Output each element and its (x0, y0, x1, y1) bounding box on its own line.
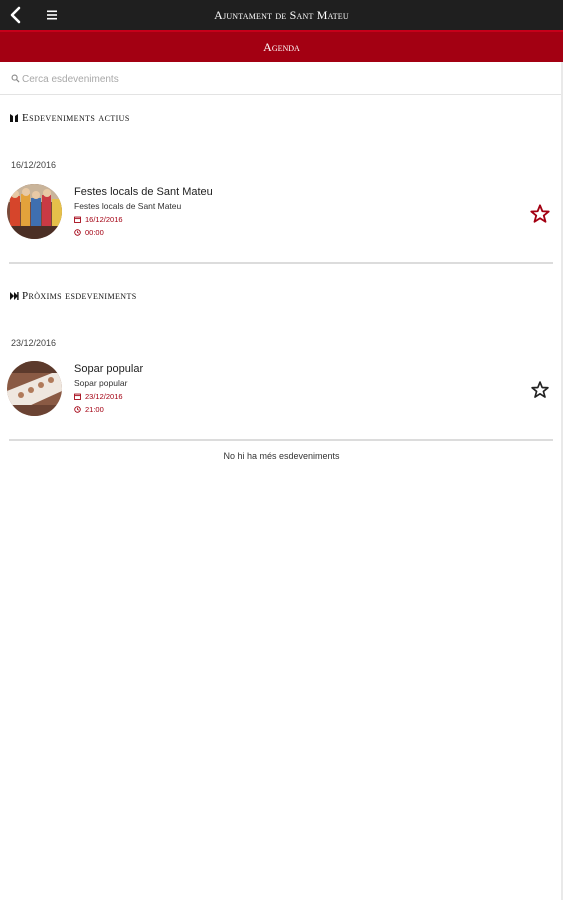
event-thumbnail (7, 361, 62, 416)
calendar-icon (74, 393, 81, 400)
search-icon (11, 74, 20, 83)
active-date-label: 16/12/2016 (11, 160, 57, 170)
event-name: Sopar popular (74, 363, 144, 375)
event-item-sopar[interactable]: Sopar popular Sopar popular 23/12/2016 2… (0, 361, 563, 421)
clock-icon (74, 406, 81, 413)
event-date: 16/12/2016 (85, 215, 123, 224)
calendar-icon (74, 216, 81, 223)
event-subtitle: Festes locals de Sant Mateu (74, 201, 182, 211)
event-time-row: 00:00 (74, 228, 104, 237)
section-divider (9, 439, 553, 441)
top-app-bar: Ajuntament de Sant Mateu (0, 0, 563, 30)
active-events-title: Esdeveniments actius (22, 112, 130, 124)
event-name: Festes locals de Sant Mateu (74, 186, 213, 198)
section-bar-title: Agenda (263, 40, 300, 54)
event-date: 23/12/2016 (85, 392, 123, 401)
event-thumbnail (7, 184, 62, 239)
section-bar: Agenda (0, 30, 563, 62)
search-input[interactable] (22, 71, 522, 87)
search-bar[interactable] (0, 62, 563, 95)
favorite-star-icon[interactable] (529, 203, 551, 225)
skip-forward-icon (10, 292, 19, 300)
no-more-events-message: No hi ha més esdeveniments (223, 451, 340, 461)
upcoming-date-label: 23/12/2016 (11, 338, 57, 348)
favorite-star-icon[interactable] (530, 380, 550, 400)
event-time: 00:00 (85, 228, 104, 237)
section-divider (9, 262, 553, 264)
event-item-festes[interactable]: Festes locals de Sant Mateu Festes local… (0, 184, 563, 244)
event-time-row: 21:00 (74, 405, 104, 414)
event-date-row: 16/12/2016 (74, 215, 123, 224)
app-title: Ajuntament de Sant Mateu (214, 8, 349, 22)
event-time: 21:00 (85, 405, 104, 414)
event-subtitle: Sopar popular (74, 378, 128, 388)
upcoming-events-header: Pròxims esdeveniments (9, 289, 137, 303)
event-date-row: 23/12/2016 (74, 392, 123, 401)
active-events-header: Esdeveniments actius (9, 111, 130, 125)
clock-icon (74, 229, 81, 236)
pause-icon (10, 114, 18, 122)
upcoming-events-title: Pròxims esdeveniments (22, 290, 137, 302)
